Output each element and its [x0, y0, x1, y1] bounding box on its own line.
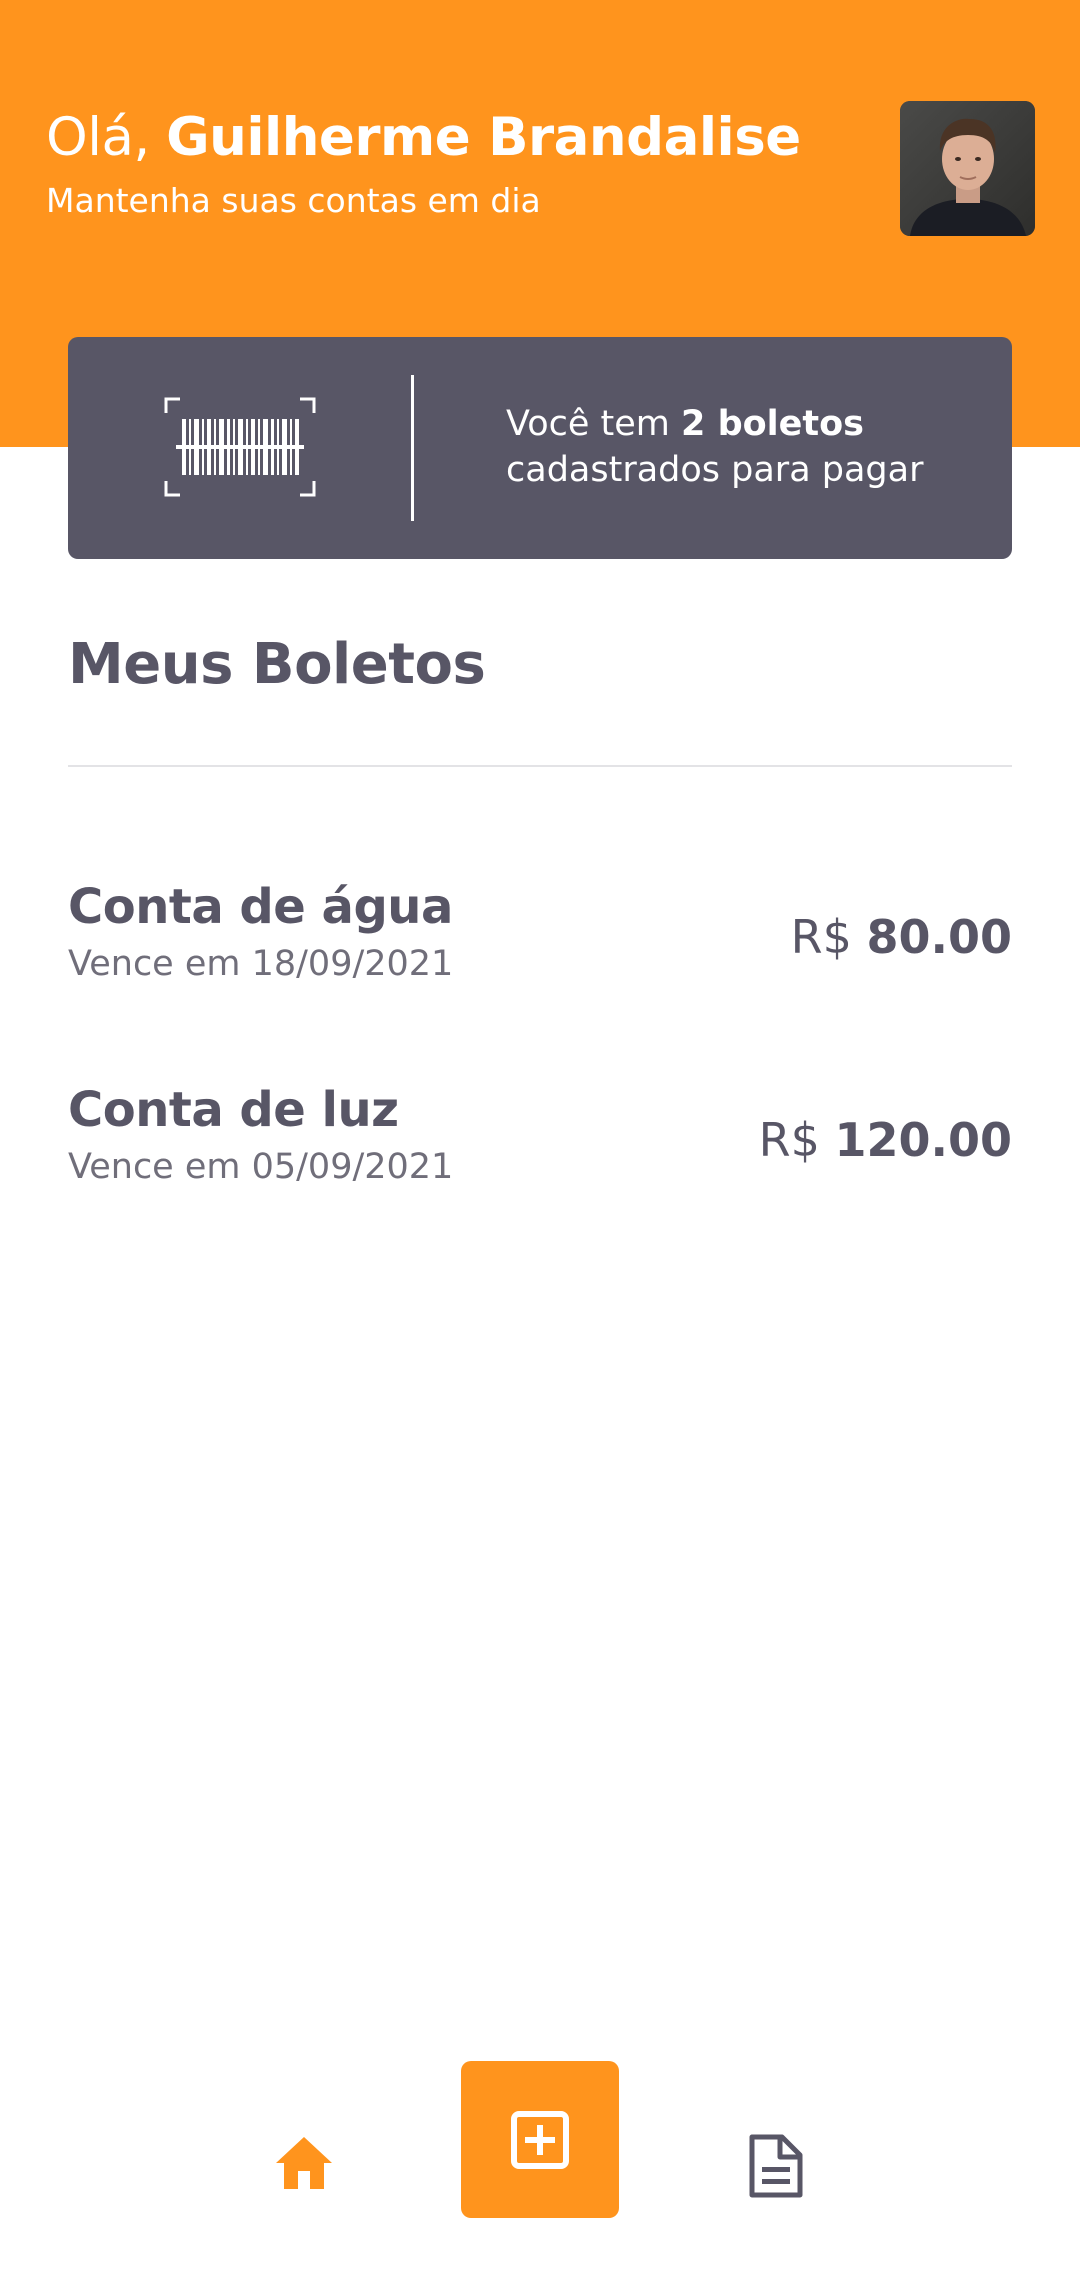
boleto-list-item[interactable]: Conta de luz Vence em 05/09/2021 R$ 120.…	[68, 1078, 1012, 1218]
greeting-prefix: Olá,	[46, 107, 167, 168]
boleto-due-date: Vence em 18/09/2021	[68, 944, 454, 984]
boleto-name: Conta de luz	[68, 1082, 399, 1138]
amount-value: 120.00	[834, 1113, 1012, 1167]
boletos-count: 2 boletos	[681, 404, 865, 444]
nav-home-button[interactable]	[274, 2133, 334, 2193]
document-icon	[749, 2134, 803, 2198]
summary-prefix: Você tem	[506, 404, 682, 444]
boletos-summary-card: Você tem 2 boletos cadastrados para paga…	[68, 337, 1012, 559]
boleto-amount: R$ 80.00	[791, 905, 1012, 969]
home-icon	[276, 2137, 332, 2189]
nav-extract-button[interactable]	[746, 2133, 806, 2199]
boleto-due-date: Vence em 05/09/2021	[68, 1147, 454, 1187]
add-square-icon	[511, 2111, 569, 2169]
avatar-photo	[900, 101, 1035, 236]
section-title: Meus Boletos	[68, 632, 486, 697]
currency-symbol: R$	[790, 910, 852, 964]
currency-symbol: R$	[758, 1113, 820, 1167]
boleto-name: Conta de água	[68, 879, 453, 935]
greeting: Olá, Guilherme Brandalise	[46, 100, 801, 176]
nav-add-boleto-button[interactable]	[461, 2061, 619, 2218]
boleto-list-item[interactable]: Conta de água Vence em 18/09/2021 R$ 80.…	[68, 875, 1012, 1015]
amount-value: 80.00	[866, 910, 1012, 964]
boleto-amount: R$ 120.00	[759, 1108, 1012, 1172]
barcode-scan-icon	[164, 397, 316, 497]
avatar[interactable]	[900, 101, 1035, 236]
boletos-summary-text: Você tem 2 boletos cadastrados para paga…	[506, 401, 924, 493]
user-name: Guilherme Brandalise	[166, 107, 801, 168]
section-divider	[68, 765, 1012, 767]
summary-suffix: cadastrados para pagar	[506, 450, 924, 490]
card-divider	[411, 375, 414, 521]
header-subtitle: Mantenha suas contas em dia	[46, 181, 541, 220]
